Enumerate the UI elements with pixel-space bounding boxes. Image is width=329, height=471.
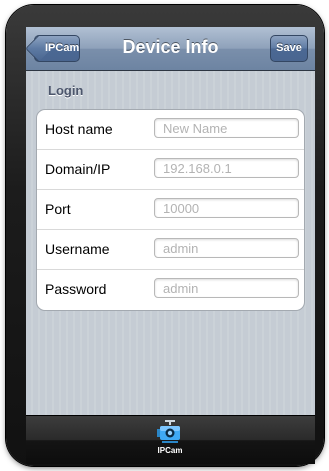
domain-ip-input[interactable] [154,158,299,178]
form-row-domain-ip: Domain/IP [37,150,304,190]
port-label: Port [45,201,71,217]
password-input[interactable] [154,278,299,298]
username-input[interactable] [154,238,299,258]
host-name-label: Host name [45,121,113,137]
form-row-port: Port [37,190,304,230]
camera-icon [157,420,180,443]
host-name-input[interactable] [154,118,299,138]
username-label: Username [45,241,110,257]
navigation-bar: IPCam Device Info Save [26,27,315,71]
section-header-login: Login [48,83,84,98]
password-label: Password [45,281,107,297]
domain-ip-label: Domain/IP [45,161,111,177]
tab-ipcam-label: IPCam [157,446,183,455]
tab-bar: IPCam [26,415,315,464]
form-row-password: Password [37,270,304,310]
login-form-group: Host name Domain/IP Port Username Passwo… [36,109,305,311]
app-screen: IPCam Device Info Save Login Host name D… [26,27,315,464]
back-button-label: IPCam [45,42,80,54]
tab-ipcam[interactable]: IPCam [144,418,196,462]
device-frame: IPCam Device Info Save Login Host name D… [6,5,324,466]
form-row-host-name: Host name [37,110,304,150]
save-button[interactable]: Save [270,35,308,62]
form-row-username: Username [37,230,304,270]
port-input[interactable] [154,198,299,218]
